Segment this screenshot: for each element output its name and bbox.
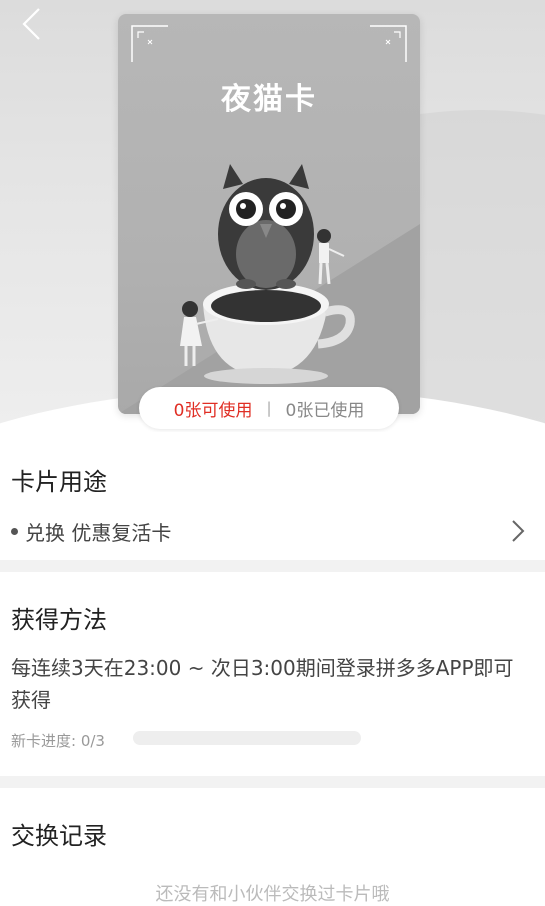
pill-separator: | [266, 399, 272, 417]
card-corner-ornament-icon [370, 25, 407, 62]
exchange-empty-hint: 还没有和小伙伴交换过卡片哦 [155, 884, 390, 905]
obtain-title: 获得方法 [11, 606, 107, 634]
used-count: 0张已使用 [285, 400, 365, 421]
purpose-title: 卡片用途 [11, 468, 107, 496]
purpose-item-label: 兑换 优惠复活卡 [25, 520, 172, 545]
obtain-description: 每连续3天在23:00 ~ 次日3:00期间登录拼多多APP即可获得 [11, 656, 514, 712]
card-title: 夜猫卡 [221, 82, 317, 117]
progress-label: 新卡进度: 0/3 [11, 732, 105, 750]
section-divider [0, 776, 545, 788]
back-button[interactable] [14, 6, 48, 42]
usage-summary-pill: 0张可使用 | 0张已使用 [139, 387, 399, 429]
card-corner-ornament-icon [131, 25, 168, 62]
chevron-left-icon [22, 8, 40, 40]
purpose-item-exchange[interactable]: 兑换 优惠复活卡 [0, 511, 545, 551]
owl-coffee-illustration [118, 164, 420, 414]
bullet-dot [11, 527, 18, 535]
purpose-section: 卡片用途 兑换 优惠复活卡 [0, 432, 545, 560]
exchange-section: 交换记录 还没有和小伙伴交换过卡片哦 [0, 788, 545, 905]
progress-bar [133, 731, 361, 745]
chevron-right-icon [512, 520, 525, 542]
available-count: 0张可使用 [173, 400, 253, 421]
exchange-title: 交换记录 [11, 822, 107, 850]
obtain-section: 获得方法 每连续3天在23:00 ~ 次日3:00期间登录拼多多APP即可获得 … [0, 572, 545, 776]
section-divider [0, 560, 545, 572]
night-owl-card: 夜猫卡 [118, 14, 420, 414]
